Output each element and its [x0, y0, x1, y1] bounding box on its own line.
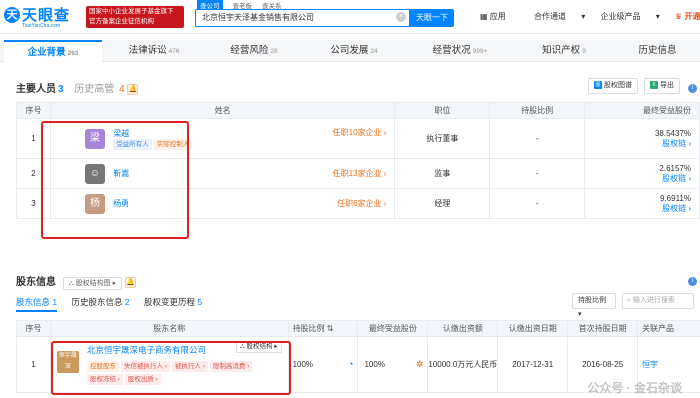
export-chart-button[interactable]: 图股权图谱	[588, 78, 638, 94]
history-exec-link[interactable]: 历史高管 4	[74, 84, 124, 95]
search-type-tabs: 查公司 查老板 查关系	[197, 0, 292, 10]
search-input[interactable]: 北京恒宇天泽基金销售有限公司	[195, 9, 410, 27]
equity-chain-link[interactable]: 股权链 ›	[662, 204, 691, 213]
tianyancha-logo[interactable]: 天 天眼查 TianYanCha.com	[4, 4, 82, 30]
shareholder-search-input[interactable]: ⌕ 输入进行搜索	[622, 293, 694, 309]
nav-partners[interactable]: 合作通道 ▾	[534, 12, 585, 21]
tab-risk[interactable]: 经营风险 28	[205, 40, 303, 62]
export-button[interactable]: X 导出	[644, 78, 680, 94]
highlight-box	[51, 341, 291, 395]
shareholder-subtabs: 股东信息 1 历史股东信息 2 股权变更历程 5	[16, 296, 202, 312]
info-icon[interactable]: i	[688, 274, 697, 286]
subtab-history-shareholders[interactable]: 历史股东信息 2	[72, 297, 130, 307]
person-companies-link[interactable]: 任职13家企业 ›	[333, 168, 387, 179]
sort-select[interactable]: 持股比例 ▾	[572, 293, 616, 318]
tab-history[interactable]: 历史信息	[615, 40, 700, 62]
subtab-equity-changes[interactable]: 股权变更历程 5	[144, 297, 202, 307]
bell-icon[interactable]: 🔔	[124, 276, 136, 288]
official-badge: 国家中小企业发展子基金旗下 官方备案企业征信机构	[86, 6, 184, 28]
tab-ip[interactable]: 知识产权 9	[515, 40, 613, 62]
highlight-box	[41, 121, 189, 239]
chain-icon[interactable]: ✲	[416, 359, 424, 370]
tab-legal[interactable]: 法律诉讼 476	[105, 40, 203, 62]
chart-icon[interactable]: ◔	[348, 359, 353, 369]
nav-apps[interactable]: ▦ 应用	[480, 12, 519, 21]
watermark: 公众号 · 金石杂谈	[587, 381, 682, 395]
logo-eye-icon: 天	[4, 7, 20, 23]
info-icon[interactable]: i	[688, 81, 697, 93]
top-header: 天 天眼查 TianYanCha.com 国家中小企业发展子基金旗下 官方备案企…	[0, 0, 700, 34]
equity-chain-link[interactable]: 股权链 ›	[662, 174, 691, 183]
person-companies-link[interactable]: 任职10家企业 ›	[333, 127, 387, 138]
clear-search-icon[interactable]: ×	[396, 12, 406, 22]
shareholders-title: 股东信息 ⛬ 股权结构图 ▸ 🔔	[16, 276, 136, 290]
tab-operations[interactable]: 经营状况 999+	[405, 40, 515, 62]
tab-development[interactable]: 公司发展 24	[305, 40, 403, 62]
bell-icon[interactable]: 🔔	[127, 83, 139, 95]
tab-enterprise-background[interactable]: 企业背景 263	[4, 40, 102, 62]
nav-enterprise[interactable]: 企业级产品 ▾	[601, 12, 660, 21]
struct-chart-button[interactable]: ⛬ 股权结构图 ▸	[62, 277, 123, 290]
subtab-shareholders[interactable]: 股东信息 1	[16, 297, 58, 312]
search-button[interactable]: 天眼一下	[410, 9, 454, 27]
nav-vip[interactable]: ♛ 开通会员	[675, 12, 700, 21]
equity-chain-link[interactable]: 股权链 ›	[662, 139, 691, 148]
top-nav: ▦ 应用 合作通道 ▾ 企业级产品 ▾ ♛ 开通会员	[480, 11, 700, 22]
key-people-title: 主要人员 3 历史高管 4 🔔	[16, 83, 139, 95]
main-tabs: 企业背景 263 法律诉讼 476 经营风险 28 公司发展 24 经营状况 999+ 知…	[0, 40, 700, 62]
person-companies-link[interactable]: 任职6家企业 ›	[337, 198, 386, 209]
